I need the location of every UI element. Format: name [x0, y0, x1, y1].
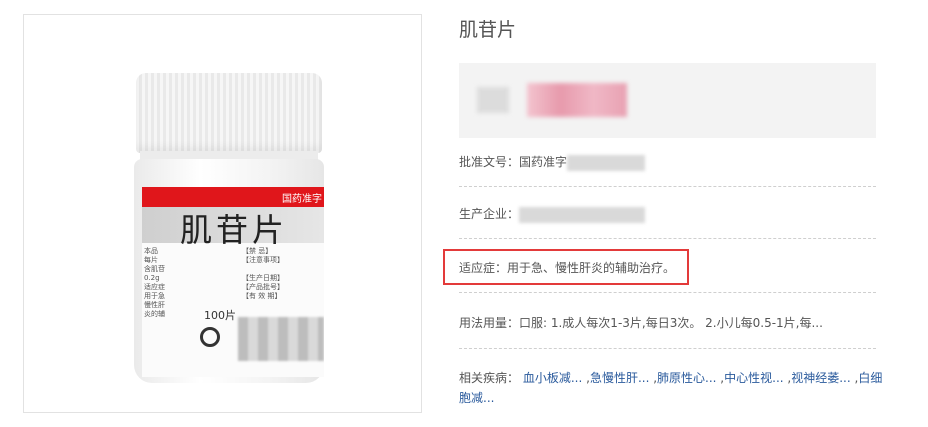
fine-line: 慢性肝	[144, 301, 165, 309]
label-fine-text-mid: 【禁 忌】 【注意事项】 【生产日期】 【产品批号】 【有 效 期】	[242, 247, 302, 301]
disease-link[interactable]: 血小板减...	[523, 371, 582, 385]
disease-link[interactable]: 肺原性心...	[657, 371, 716, 385]
fine-line: 用于急	[144, 292, 165, 300]
redacted-price	[527, 83, 627, 117]
disease-link[interactable]: 视神经萎...	[791, 371, 850, 385]
manufacturer-row: 生产企业：	[459, 205, 876, 223]
fine-line: 【产品批号】	[242, 283, 284, 291]
dosage-row: 用法用量：口服: 1.成人每次1-3片,每日3次。 2.小儿每0.5-1片,每.…	[459, 316, 823, 330]
approval-number-row: 批准文号：国药准字	[459, 153, 876, 171]
redacted-block	[238, 317, 324, 361]
manufacturer-label: 生产企业：	[459, 207, 520, 221]
label-drug-name: 肌苷片	[180, 211, 289, 249]
indication-highlight-box	[443, 249, 689, 285]
related-diseases-row: 相关疾病： 血小板减... ,急慢性肝... ,肺原性心... ,中心性视...…	[459, 371, 883, 405]
fine-line: 0.2g	[144, 274, 160, 282]
fine-line: 含肌苷	[144, 265, 165, 273]
product-title: 肌苷片	[459, 19, 517, 41]
label-quantity: 100片	[204, 309, 236, 322]
product-image-panel: 国药准字 肌苷片 本品 每片 含肌苷 0.2g 适应症 用于急 慢性肝 炎的辅 …	[23, 14, 422, 413]
redacted-price-symbol	[477, 87, 509, 113]
redacted-approval-number	[567, 154, 646, 171]
fine-line: 【有 效 期】	[242, 292, 282, 300]
bottle-cap	[136, 73, 322, 153]
label-red-band: 国药准字	[142, 187, 324, 207]
divider	[459, 238, 876, 239]
fine-line: 炎的辅	[144, 310, 165, 318]
medicine-bottle-image: 国药准字 肌苷片 本品 每片 含肌苷 0.2g 适应症 用于急 慢性肝 炎的辅 …	[134, 73, 324, 383]
fine-line: 【生产日期】	[242, 274, 284, 282]
label-band-text: 国药准字	[282, 194, 322, 205]
fine-line: 适应症	[144, 283, 165, 291]
fine-line: 本品	[144, 247, 158, 255]
divider	[459, 292, 876, 293]
redacted-manufacturer	[519, 206, 646, 223]
approval-label: 批准文号：国药准字	[459, 155, 568, 169]
bottle-label: 国药准字 肌苷片 本品 每片 含肌苷 0.2g 适应症 用于急 慢性肝 炎的辅 …	[142, 187, 324, 377]
fine-line: 【注意事项】	[242, 256, 284, 264]
divider	[459, 186, 876, 187]
price-box	[459, 63, 876, 138]
seal-icon	[200, 327, 220, 347]
divider	[459, 348, 876, 349]
related-label: 相关疾病：	[459, 371, 520, 385]
disease-link[interactable]: 中心性视...	[724, 371, 783, 385]
label-fine-text-left: 本品 每片 含肌苷 0.2g 适应症 用于急 慢性肝 炎的辅	[144, 247, 174, 319]
disease-link[interactable]: 急慢性肝...	[590, 371, 649, 385]
fine-line: 【禁 忌】	[242, 247, 273, 255]
fine-line: 每片	[144, 256, 158, 264]
